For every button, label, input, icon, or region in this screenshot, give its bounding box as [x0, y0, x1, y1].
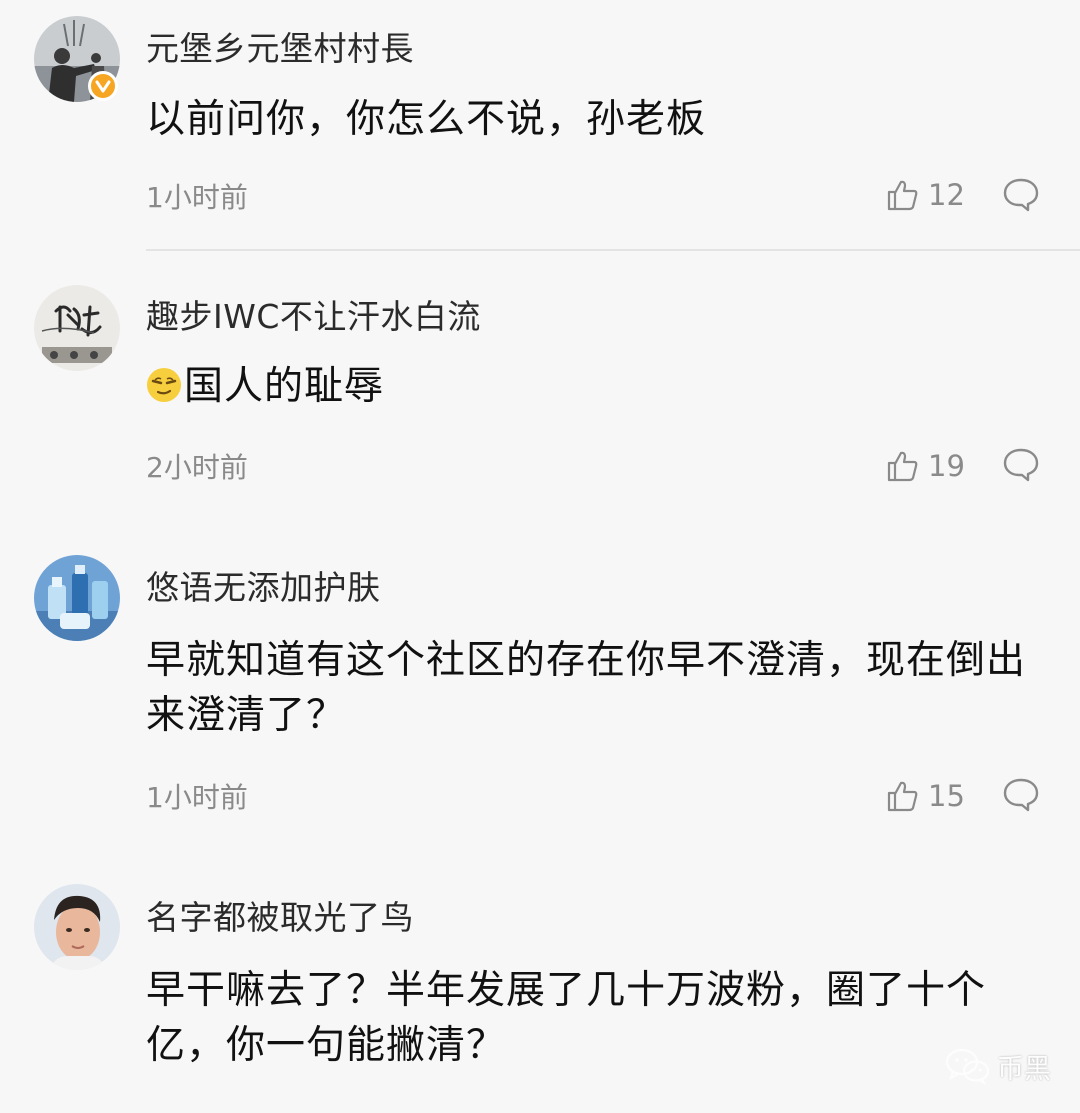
thumbs-up-icon: [887, 180, 918, 211]
verified-badge-icon: [88, 71, 118, 101]
comment-content: 以前问你，你怎么不说，孙老板: [146, 97, 707, 142]
avatar[interactable]: [34, 884, 120, 970]
skincare-bottles-avatar-image: [34, 555, 120, 641]
like-count: 12: [928, 178, 965, 212]
reply-comment-icon[interactable]: [1002, 777, 1040, 813]
watermark: 币黑: [945, 1046, 1051, 1086]
smug-face-emoji: [147, 368, 181, 402]
comment-username[interactable]: 名字都被取光了鸟: [146, 891, 414, 939]
like-count: 15: [928, 779, 965, 813]
like-button[interactable]: 19: [886, 446, 965, 486]
face-photo-avatar-image: [34, 884, 120, 970]
comment-content: 国人的耻辱: [146, 359, 1036, 414]
comment-time: 1小时前: [146, 181, 248, 214]
calligraphy-avatar-image: [34, 285, 120, 371]
watermark-text: 币黑: [997, 1053, 1051, 1085]
comment-username[interactable]: 悠语无添加护肤: [146, 561, 381, 609]
comment-text: 国人的耻辱: [184, 364, 385, 409]
thumbs-up-icon: [887, 781, 918, 812]
like-button[interactable]: 12: [886, 175, 965, 215]
wechat-icon: [945, 1048, 990, 1085]
comment-divider: [146, 249, 1080, 251]
comment-feed: 元堡乡元堡村村長 以前问你，你怎么不说，孙老板 1小时前 12 趣步IWC不让汗…: [0, 0, 1080, 1113]
reply-comment-icon[interactable]: [1002, 447, 1040, 483]
comment-time: 1小时前: [146, 781, 248, 814]
comment-username[interactable]: 趣步IWC不让汗水白流: [146, 290, 481, 338]
avatar[interactable]: [34, 285, 120, 371]
comment-content: 早就知道有这个社区的存在你早不澄清，现在倒出来澄清了？: [146, 638, 1027, 738]
thumbs-up-icon: [887, 451, 918, 482]
comment-time: 2小时前: [146, 451, 248, 484]
comment-username[interactable]: 元堡乡元堡村村長: [146, 22, 414, 70]
avatar[interactable]: [34, 555, 120, 641]
like-count: 19: [928, 449, 965, 483]
like-button[interactable]: 15: [886, 776, 965, 816]
comment-content: 早干嘛去了？半年发展了几十万波粉，圈了十个亿，你一句能撇清？: [146, 968, 987, 1068]
reply-comment-icon[interactable]: [1002, 177, 1040, 213]
